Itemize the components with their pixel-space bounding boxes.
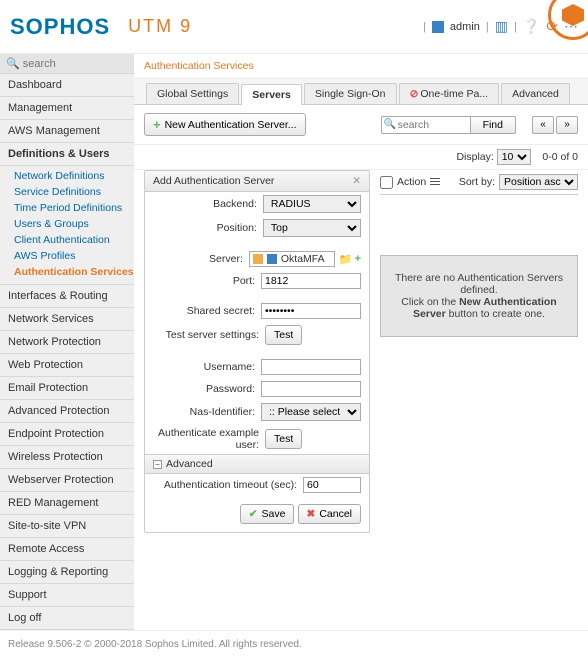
panel-title: Add Authentication Server: [153, 175, 274, 187]
user-icon: [432, 21, 444, 33]
advanced-section-header[interactable]: −Advanced: [145, 454, 369, 474]
username-input[interactable]: [261, 359, 361, 375]
toolbar: +New Authentication Server... 🔍 Find « »: [134, 105, 588, 145]
nav-management[interactable]: Management: [0, 97, 134, 120]
nav-remote-access[interactable]: Remote Access: [0, 538, 134, 561]
test-settings-button[interactable]: Test: [265, 325, 302, 345]
tab-servers[interactable]: Servers: [241, 84, 302, 105]
nav-definitions-users[interactable]: Definitions & Users: [0, 143, 134, 166]
nav-logoff[interactable]: Log off: [0, 607, 134, 630]
port-input[interactable]: [261, 273, 361, 289]
nav-network-services[interactable]: Network Services: [0, 308, 134, 331]
password-input[interactable]: [261, 381, 361, 397]
timeout-input[interactable]: [303, 477, 361, 493]
nav-dashboard[interactable]: Dashboard: [0, 74, 134, 97]
sidebar-search[interactable]: 🔍: [0, 54, 134, 74]
status-icon: [253, 254, 263, 264]
server-list-column: Action Sort by: Position asc There are n…: [380, 170, 578, 533]
test-user-button[interactable]: Test: [265, 429, 302, 449]
tab-sso[interactable]: Single Sign-On: [304, 83, 397, 104]
close-icon[interactable]: ✕: [352, 175, 361, 187]
search-icon: 🔍: [6, 57, 20, 70]
logo: SOPHOS: [10, 14, 110, 40]
folder-icon[interactable]: 📁: [339, 253, 353, 266]
error-icon: ⊘: [410, 88, 419, 100]
find-button[interactable]: Find: [471, 116, 516, 134]
check-icon: ✔: [249, 508, 258, 520]
sub-service-definitions[interactable]: Service Definitions: [14, 184, 134, 200]
sub-network-definitions[interactable]: Network Definitions: [14, 168, 134, 184]
user-name[interactable]: admin: [450, 21, 480, 33]
sort-select[interactable]: Position asc: [499, 174, 578, 190]
new-auth-server-button[interactable]: +New Authentication Server...: [144, 113, 306, 136]
sub-auth-services[interactable]: Authentication Services: [14, 264, 134, 280]
nav-red-management[interactable]: RED Management: [0, 492, 134, 515]
nav-webserver-protection[interactable]: Webserver Protection: [0, 469, 134, 492]
sub-time-period[interactable]: Time Period Definitions: [14, 200, 134, 216]
product-name: UTM 9: [128, 16, 192, 37]
header: SOPHOS UTM 9 | admin | ▥ | ❔ ⟳ ⋯: [0, 0, 588, 54]
backend-select[interactable]: RADIUS: [263, 195, 361, 213]
notes-icon[interactable]: ▥: [495, 18, 508, 35]
nav-logging[interactable]: Logging & Reporting: [0, 561, 134, 584]
nav-endpoint-protection[interactable]: Endpoint Protection: [0, 423, 134, 446]
page-prev-button[interactable]: «: [532, 116, 554, 134]
nav-wireless-protection[interactable]: Wireless Protection: [0, 446, 134, 469]
select-all-checkbox[interactable]: [380, 176, 393, 189]
tab-advanced[interactable]: Advanced: [501, 83, 570, 104]
nav-web-protection[interactable]: Web Protection: [0, 354, 134, 377]
page-next-button[interactable]: »: [556, 116, 578, 134]
sub-client-auth[interactable]: Client Authentication: [14, 232, 134, 248]
sub-users-groups[interactable]: Users & Groups: [14, 216, 134, 232]
server-picker[interactable]: OktaMFA: [249, 251, 335, 267]
nav-interfaces[interactable]: Interfaces & Routing: [0, 285, 134, 308]
tabs: Global Settings Servers Single Sign-On ⊘…: [134, 79, 588, 105]
nav-site-vpn[interactable]: Site-to-site VPN: [0, 515, 134, 538]
sub-aws-profiles[interactable]: AWS Profiles: [14, 248, 134, 264]
definitions-subnav: Network Definitions Service Definitions …: [0, 166, 134, 285]
nav-network-protection[interactable]: Network Protection: [0, 331, 134, 354]
cancel-button[interactable]: ✖Cancel: [298, 504, 362, 524]
main-content: Authentication Services Global Settings …: [134, 54, 588, 630]
plus-icon: +: [153, 117, 161, 132]
display-count-select[interactable]: 10: [497, 149, 531, 165]
add-auth-server-panel: Add Authentication Server ✕ Backend:RADI…: [144, 170, 370, 533]
nav-aws-management[interactable]: AWS Management: [0, 120, 134, 143]
sidebar: 🔍 Dashboard Management AWS Management De…: [0, 54, 134, 630]
help-icon[interactable]: ❔: [523, 18, 540, 35]
x-icon: ✖: [307, 508, 316, 520]
empty-state: There are no Authentication Servers defi…: [380, 255, 578, 337]
search-icon: 🔍: [384, 119, 396, 130]
nav-email-protection[interactable]: Email Protection: [0, 377, 134, 400]
display-row: Display: 10 0-0 of 0: [134, 145, 588, 170]
save-button[interactable]: ✔Save: [240, 504, 295, 524]
nav-advanced-protection[interactable]: Advanced Protection: [0, 400, 134, 423]
nav-support[interactable]: Support: [0, 584, 134, 607]
nas-select[interactable]: :: Please select ::: [261, 403, 361, 421]
tab-global-settings[interactable]: Global Settings: [146, 83, 239, 104]
menu-icon[interactable]: [430, 178, 440, 186]
add-icon[interactable]: +: [355, 253, 361, 265]
collapse-icon: −: [153, 460, 162, 469]
pager: « »: [532, 116, 578, 134]
host-icon: [267, 254, 277, 264]
tab-otp[interactable]: ⊘One-time Pa...: [399, 83, 500, 104]
result-count: 0-0 of 0: [542, 151, 578, 163]
breadcrumb: Authentication Services: [134, 54, 588, 79]
shared-secret-input[interactable]: [261, 303, 361, 319]
footer: Release 9.506-2 © 2000-2018 Sophos Limit…: [0, 630, 588, 658]
position-select[interactable]: Top: [263, 219, 361, 237]
